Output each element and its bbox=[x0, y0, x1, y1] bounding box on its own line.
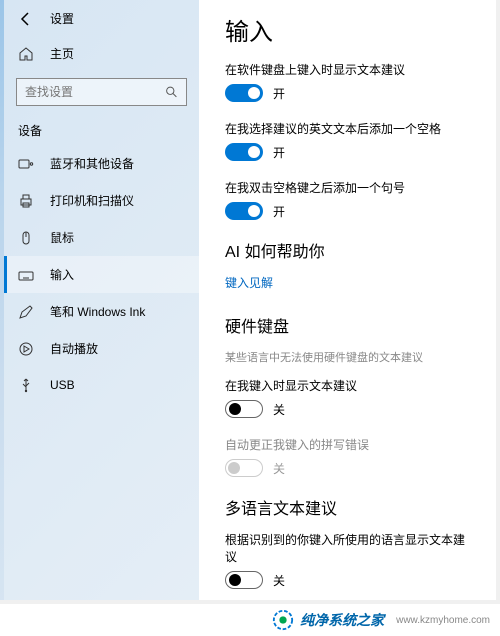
sidebar-item-mouse[interactable]: 鼠标 bbox=[4, 219, 199, 256]
setting-multilang: 根据识别到的你键入所使用的语言显示文本建议 关 bbox=[225, 531, 476, 589]
toggle-state: 关 bbox=[273, 401, 285, 418]
setting-show-suggestions: 在软件键盘上键入时显示文本建议 开 bbox=[225, 61, 476, 102]
nav-label: 笔和 Windows Ink bbox=[50, 303, 145, 320]
setting-label: 自动更正我键入的拼写错误 bbox=[225, 436, 476, 453]
toggle-multilang[interactable] bbox=[225, 571, 263, 589]
search-input[interactable] bbox=[25, 85, 165, 99]
nav-label: 鼠标 bbox=[50, 229, 74, 246]
setting-label: 在我键入时显示文本建议 bbox=[225, 377, 476, 394]
setting-add-space: 在我选择建议的英文文本后添加一个空格 开 bbox=[225, 120, 476, 161]
link-typing-insights[interactable]: 键入见解 bbox=[225, 274, 273, 291]
sidebar-item-typing[interactable]: 输入 bbox=[4, 256, 199, 293]
sidebar-item-bluetooth[interactable]: 蓝牙和其他设备 bbox=[4, 145, 199, 182]
section-ai-title: AI 如何帮助你 bbox=[225, 238, 476, 262]
toggle-add-period[interactable] bbox=[225, 202, 263, 220]
brand-logo-icon bbox=[272, 609, 294, 631]
home-label: 主页 bbox=[50, 45, 74, 62]
setting-hw-autocorrect: 自动更正我键入的拼写错误 关 bbox=[225, 436, 476, 477]
toggle-state: 关 bbox=[273, 460, 285, 477]
setting-label: 根据识别到的你键入所使用的语言显示文本建议 bbox=[225, 531, 476, 565]
sidebar-section-label: 设备 bbox=[4, 110, 199, 145]
back-button[interactable] bbox=[18, 11, 34, 27]
bluetooth-icon bbox=[18, 156, 34, 172]
section-hardware-title: 硬件键盘 bbox=[225, 313, 476, 337]
usb-icon bbox=[18, 377, 34, 393]
brand-url: www.kzmyhome.com bbox=[396, 615, 490, 626]
toggle-hw-suggestions[interactable] bbox=[225, 400, 263, 418]
nav-label: USB bbox=[50, 378, 75, 392]
toggle-state: 开 bbox=[273, 203, 285, 220]
setting-hw-suggestions: 在我键入时显示文本建议 关 bbox=[225, 377, 476, 418]
hardware-desc: 某些语言中无法使用硬件键盘的文本建议 bbox=[225, 349, 476, 365]
toggle-show-suggestions[interactable] bbox=[225, 84, 263, 102]
nav-label: 输入 bbox=[50, 266, 74, 283]
autoplay-icon bbox=[18, 341, 34, 357]
section-multilang-title: 多语言文本建议 bbox=[225, 495, 476, 519]
nav-label: 蓝牙和其他设备 bbox=[50, 155, 134, 172]
toggle-state: 关 bbox=[273, 572, 285, 589]
setting-add-period: 在我双击空格键之后添加一个句号 开 bbox=[225, 179, 476, 220]
window-title: 设置 bbox=[50, 10, 74, 27]
watermark-footer: 纯净系统之家 www.kzmyhome.com bbox=[0, 600, 500, 636]
nav-list: 蓝牙和其他设备 打印机和扫描仪 鼠标 输入 笔和 Windows Ink 自动播… bbox=[4, 145, 199, 403]
mouse-icon bbox=[18, 230, 34, 246]
main-content: 输入 在软件键盘上键入时显示文本建议 开 在我选择建议的英文文本后添加一个空格 … bbox=[199, 0, 496, 632]
arrow-left-icon bbox=[18, 11, 34, 27]
brand-name: 纯净系统之家 bbox=[300, 610, 384, 630]
nav-label: 打印机和扫描仪 bbox=[50, 192, 134, 209]
keyboard-icon bbox=[18, 267, 34, 283]
page-title: 输入 bbox=[225, 12, 476, 47]
toggle-state: 开 bbox=[273, 144, 285, 161]
sidebar-item-usb[interactable]: USB bbox=[4, 367, 199, 403]
sidebar-item-autoplay[interactable]: 自动播放 bbox=[4, 330, 199, 367]
nav-label: 自动播放 bbox=[50, 340, 98, 357]
sidebar-item-printers[interactable]: 打印机和扫描仪 bbox=[4, 182, 199, 219]
setting-label: 在我双击空格键之后添加一个句号 bbox=[225, 179, 476, 196]
pen-icon bbox=[18, 304, 34, 320]
sidebar-item-home[interactable]: 主页 bbox=[4, 35, 199, 72]
setting-label: 在软件键盘上键入时显示文本建议 bbox=[225, 61, 476, 78]
search-box[interactable] bbox=[16, 78, 187, 106]
sidebar: 设置 主页 设备 蓝牙和其他设备 打印机和扫描仪 鼠标 输入 笔和 Window… bbox=[4, 0, 199, 632]
toggle-add-space[interactable] bbox=[225, 143, 263, 161]
sidebar-item-pen[interactable]: 笔和 Windows Ink bbox=[4, 293, 199, 330]
toggle-hw-autocorrect bbox=[225, 459, 263, 477]
printer-icon bbox=[18, 193, 34, 209]
setting-label: 在我选择建议的英文文本后添加一个空格 bbox=[225, 120, 476, 137]
toggle-state: 开 bbox=[273, 85, 285, 102]
search-icon bbox=[165, 85, 178, 99]
home-icon bbox=[18, 46, 34, 62]
